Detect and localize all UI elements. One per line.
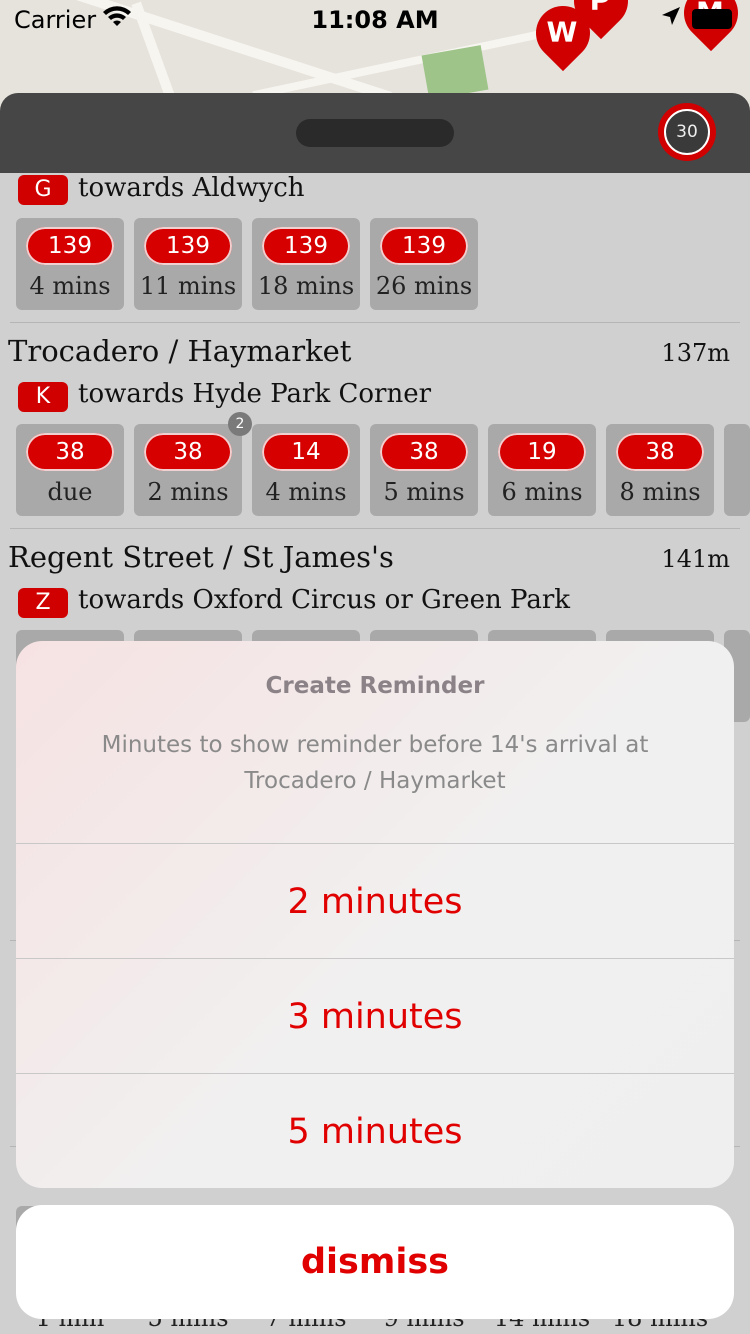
arrival-tile[interactable]: 19 6 mins — [488, 424, 596, 516]
route-pill: 38 — [26, 433, 114, 471]
arrival-tile-partial[interactable] — [724, 424, 750, 516]
reminder-3-minutes-button[interactable]: 3 minutes — [16, 959, 734, 1073]
route-pill: 38 — [616, 433, 704, 471]
stop-name: Trocadero / Haymarket — [8, 334, 352, 368]
refresh-countdown: 30 — [664, 109, 710, 155]
arrival-eta: 8 mins — [619, 478, 701, 506]
route-pill: 139 — [380, 227, 468, 265]
reminder-2-minutes-button[interactable]: 2 minutes — [16, 844, 734, 958]
sheet-header: 30 — [0, 93, 750, 173]
stop-direction: towards Hyde Park Corner — [78, 379, 432, 409]
arrival-eta: 26 mins — [375, 272, 473, 300]
divider — [10, 322, 740, 323]
arrival-tile[interactable]: 38 8 mins — [606, 424, 714, 516]
stop-letter-badge: K — [18, 382, 68, 412]
stop-distance: 137m — [661, 339, 730, 367]
arrival-tile[interactable]: 139 18 mins — [252, 218, 360, 310]
arrival-tile[interactable]: 139 11 mins — [134, 218, 242, 310]
arrival-tile[interactable]: 14 4 mins — [252, 424, 360, 516]
route-pill: 19 — [498, 433, 586, 471]
route-pill: 139 — [144, 227, 232, 265]
route-pill: 38 — [144, 433, 232, 471]
arrival-eta: 11 mins — [139, 272, 237, 300]
stop-name: Regent Street / St James's — [8, 540, 394, 574]
dismiss-button[interactable]: dismiss — [16, 1205, 734, 1319]
arrival-eta: 4 mins — [29, 272, 111, 300]
location-arrow-icon — [660, 5, 682, 33]
divider — [10, 528, 740, 529]
arrival-eta: 18 mins — [257, 272, 355, 300]
dialog-message: Minutes to show reminder before 14's arr… — [101, 732, 649, 794]
arrival-tile[interactable]: 38 5 mins — [370, 424, 478, 516]
battery-icon — [692, 9, 732, 29]
arrival-tile[interactable]: 38 2 mins — [134, 424, 242, 516]
stop-direction: towards Oxford Circus or Green Park — [78, 585, 571, 615]
stop-direction: towards Aldwych — [78, 173, 305, 203]
reminder-5-minutes-button[interactable]: 5 minutes — [16, 1074, 734, 1188]
stop-distance: 141m — [661, 545, 730, 573]
arrival-eta: 4 mins — [265, 478, 347, 506]
clock: 11:08 AM — [311, 6, 439, 34]
route-pill: 139 — [26, 227, 114, 265]
create-reminder-dialog: Create Reminder Minutes to show reminder… — [16, 641, 734, 1188]
status-bar: Carrier 11:08 AM — [0, 0, 750, 40]
map-park — [421, 45, 489, 100]
route-pill: 139 — [262, 227, 350, 265]
dialog-title: Create Reminder — [265, 673, 485, 699]
arrival-tile[interactable]: 139 26 mins — [370, 218, 478, 310]
arrival-eta: 2 mins — [147, 478, 229, 506]
route-pill: 38 — [380, 433, 468, 471]
arrival-tile[interactable]: 139 4 mins — [16, 218, 124, 310]
route-pill: 14 — [262, 433, 350, 471]
arrival-eta: due — [47, 478, 93, 506]
reminder-count-badge: 2 — [228, 412, 252, 436]
arrival-tile[interactable]: 38 due — [16, 424, 124, 516]
refresh-countdown-button[interactable]: 30 — [658, 103, 716, 161]
drag-handle[interactable] — [296, 119, 454, 147]
arrival-eta: 5 mins — [383, 478, 465, 506]
stop-letter-badge: Z — [18, 588, 68, 618]
arrival-eta: 6 mins — [501, 478, 583, 506]
stop-letter-badge: G — [18, 175, 68, 205]
